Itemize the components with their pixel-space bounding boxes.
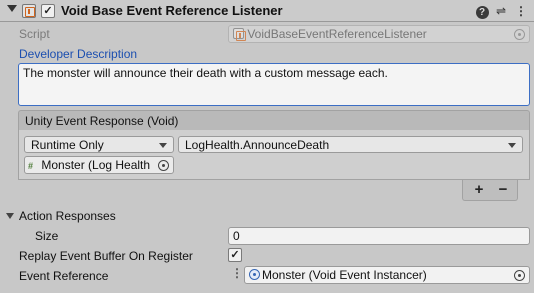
component-title: Void Base Event Reference Listener: [61, 3, 283, 18]
unity-event-header: Unity Event Response (Void): [18, 110, 530, 130]
function-value: LogHealth.AnnounceDeath: [185, 138, 330, 152]
presets-icon[interactable]: ⇌: [493, 3, 509, 19]
event-instancer-icon: [249, 269, 260, 280]
script-field: VoidBaseEventReferenceListener: [228, 25, 530, 43]
object-picker-icon[interactable]: [158, 160, 169, 171]
function-dropdown[interactable]: LogHealth.AnnounceDeath: [178, 136, 523, 153]
add-listener-button[interactable]: +: [469, 182, 489, 198]
size-label: Size: [35, 229, 59, 243]
remove-listener-button[interactable]: −: [493, 182, 513, 198]
component-header: ✓ Void Base Event Reference Listener ? ⇌…: [0, 0, 534, 22]
chevron-down-icon: [508, 143, 516, 148]
script-field-value: VoidBaseEventReferenceListener: [247, 27, 427, 41]
developer-description-label: Developer Description: [19, 47, 138, 61]
more-options-icon[interactable]: ⋮: [231, 267, 243, 279]
script-icon: #: [28, 161, 34, 171]
help-icon[interactable]: ?: [474, 3, 490, 19]
script-label: Script: [19, 27, 50, 41]
event-reference-value: Monster (Void Event Instancer): [262, 268, 427, 282]
target-object-value: Monster (Log Health: [41, 158, 151, 172]
size-input[interactable]: 0: [228, 227, 530, 245]
event-reference-label: Event Reference: [19, 269, 109, 283]
chevron-down-icon: [159, 143, 167, 148]
replay-buffer-label: Replay Event Buffer On Register: [19, 249, 193, 263]
script-icon: [233, 28, 246, 41]
list-buttons: + −: [462, 180, 518, 201]
target-object-field[interactable]: # Monster (Log Health: [24, 156, 174, 174]
action-responses-label[interactable]: Action Responses: [19, 209, 116, 223]
call-state-dropdown[interactable]: Runtime Only: [24, 136, 174, 153]
event-reference-field[interactable]: Monster (Void Event Instancer): [244, 266, 530, 284]
foldout-arrow-icon[interactable]: [7, 5, 17, 12]
unity-event-title: Unity Event Response (Void): [25, 114, 179, 128]
object-picker-icon[interactable]: [514, 270, 525, 281]
developer-description-textarea[interactable]: The monster will announce their death wi…: [18, 63, 530, 106]
replay-buffer-checkbox[interactable]: ✓: [228, 248, 242, 262]
component-enabled-checkbox[interactable]: ✓: [41, 4, 55, 18]
object-picker-icon: [514, 29, 525, 40]
script-icon: [22, 4, 36, 18]
call-state-value: Runtime Only: [31, 138, 104, 152]
context-menu-icon[interactable]: ⋮: [513, 3, 529, 19]
foldout-arrow-icon[interactable]: [6, 213, 14, 219]
